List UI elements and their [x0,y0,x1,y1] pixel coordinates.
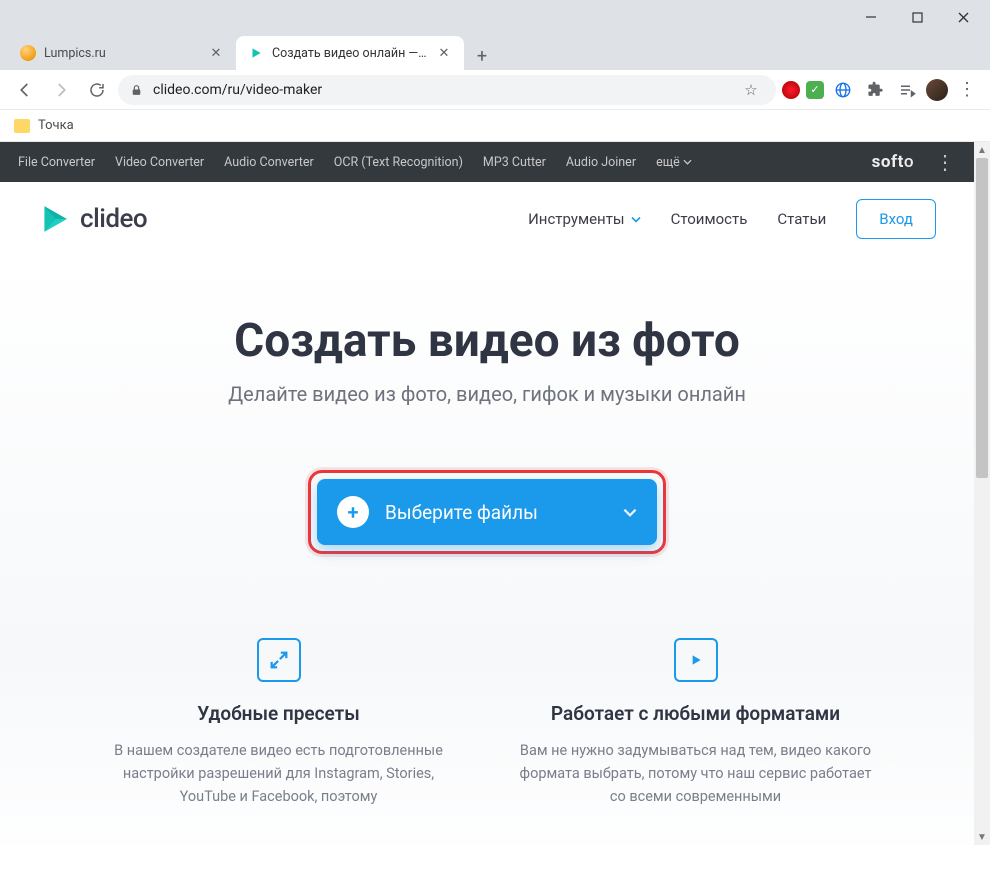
window-close-button[interactable] [940,2,986,32]
plus-icon: + [337,496,369,528]
login-button[interactable]: Вход [856,199,936,239]
bookmark-item[interactable]: Точка [38,118,74,133]
feature-presets: Удобные пресеты В нашем создателе видео … [90,638,467,809]
util-ocr[interactable]: OCR (Text Recognition) [334,155,463,170]
new-tab-button[interactable]: + [468,42,496,70]
forward-button[interactable] [46,75,76,105]
hero-section: Создать видео из фото Делайте видео из ф… [0,256,974,845]
browser-tab-2[interactable]: Создать видео онлайн — Сдела ✕ [236,36,464,70]
profile-avatar[interactable] [926,79,948,101]
extension-globe-icon[interactable] [830,77,856,103]
feature-formats: Работает с любыми форматами Вам не нужно… [507,638,884,809]
util-audio-joiner[interactable]: Audio Joiner [566,155,636,170]
hero-subtitle: Делайте видео из фото, видео, гифок и му… [20,382,954,406]
clideo-logo-icon [38,203,70,235]
extension-row: ✓ ⋮ [782,77,980,103]
utility-bar: File Converter Video Converter Audio Con… [0,142,974,182]
tab-title: Lumpics.ru [44,46,200,61]
util-video-converter[interactable]: Video Converter [115,155,204,170]
chevron-down-icon [631,216,641,223]
chrome-menu-button[interactable]: ⋮ [954,77,980,103]
site-header: clideo Инструменты Стоимость Статьи Вход [0,182,974,256]
tab-strip: Lumpics.ru ✕ Создать видео онлайн — Сдел… [0,34,990,70]
extensions-button[interactable] [862,77,888,103]
media-control-icon[interactable] [894,77,920,103]
url-text: clideo.com/ru/video-maker [153,82,322,98]
window-titlebar [0,0,990,34]
scroll-up-arrow[interactable]: ▲ [974,142,990,158]
site-logo[interactable]: clideo [38,203,147,235]
reload-button[interactable] [82,75,112,105]
tab-title: Создать видео онлайн — Сдела [272,46,428,61]
extension-opera-icon[interactable] [782,81,800,99]
chevron-down-icon[interactable] [623,508,637,517]
feature-title: Работает с любыми форматами [507,702,884,725]
play-icon [674,638,718,682]
logo-text: clideo [80,204,147,234]
nav-articles[interactable]: Статьи [777,210,826,228]
util-more[interactable]: ещё [656,155,692,170]
browser-chrome: Lumpics.ru ✕ Создать видео онлайн — Сдел… [0,0,990,70]
features-row: Удобные пресеты В нашем создателе видео … [20,638,954,829]
feature-desc: В нашем создателе видео есть подготовлен… [90,739,467,809]
hero-title: Создать видео из фото [20,314,954,368]
address-bar[interactable]: clideo.com/ru/video-maker ☆ [118,75,776,105]
lock-icon [130,83,143,97]
window-minimize-button[interactable] [848,2,894,32]
feature-title: Удобные пресеты [90,702,467,725]
browser-tab-1[interactable]: Lumpics.ru ✕ [8,36,236,70]
folder-icon [14,119,30,133]
feature-desc: Вам не нужно задумываться над тем, видео… [507,739,884,809]
choose-files-button[interactable]: + Выберите файлы [317,479,657,545]
bookmark-star-icon[interactable]: ☆ [738,77,764,103]
scroll-down-arrow[interactable]: ▼ [974,829,990,845]
window-maximize-button[interactable] [894,2,940,32]
back-button[interactable] [10,75,40,105]
nav-tools[interactable]: Инструменты [528,210,640,228]
extension-check-icon[interactable]: ✓ [806,81,824,99]
address-bar-row: clideo.com/ru/video-maker ☆ ✓ ⋮ [0,70,990,110]
util-file-converter[interactable]: File Converter [18,155,95,170]
favicon-clideo [248,45,264,61]
softo-brand[interactable]: softo [872,152,914,172]
util-menu-icon[interactable]: ⋮ [934,157,956,167]
util-mp3-cutter[interactable]: MP3 Cutter [483,155,546,170]
site-nav: Инструменты Стоимость Статьи Вход [528,199,936,239]
scrollbar-track[interactable]: ▲ ▼ [974,142,990,845]
scrollbar-thumb[interactable] [976,158,988,478]
expand-icon [257,638,301,682]
tab-close-icon[interactable]: ✕ [208,45,224,61]
page-viewport: ▲ ▼ File Converter Video Converter Audio… [0,142,990,845]
upload-label: Выберите файлы [385,501,607,524]
upload-button-highlight: + Выберите файлы [308,470,666,554]
tab-close-icon[interactable]: ✕ [436,45,452,61]
nav-pricing[interactable]: Стоимость [671,210,748,228]
favicon-lumpics [20,45,36,61]
util-audio-converter[interactable]: Audio Converter [224,155,314,170]
bookmarks-bar: Точка [0,110,990,142]
